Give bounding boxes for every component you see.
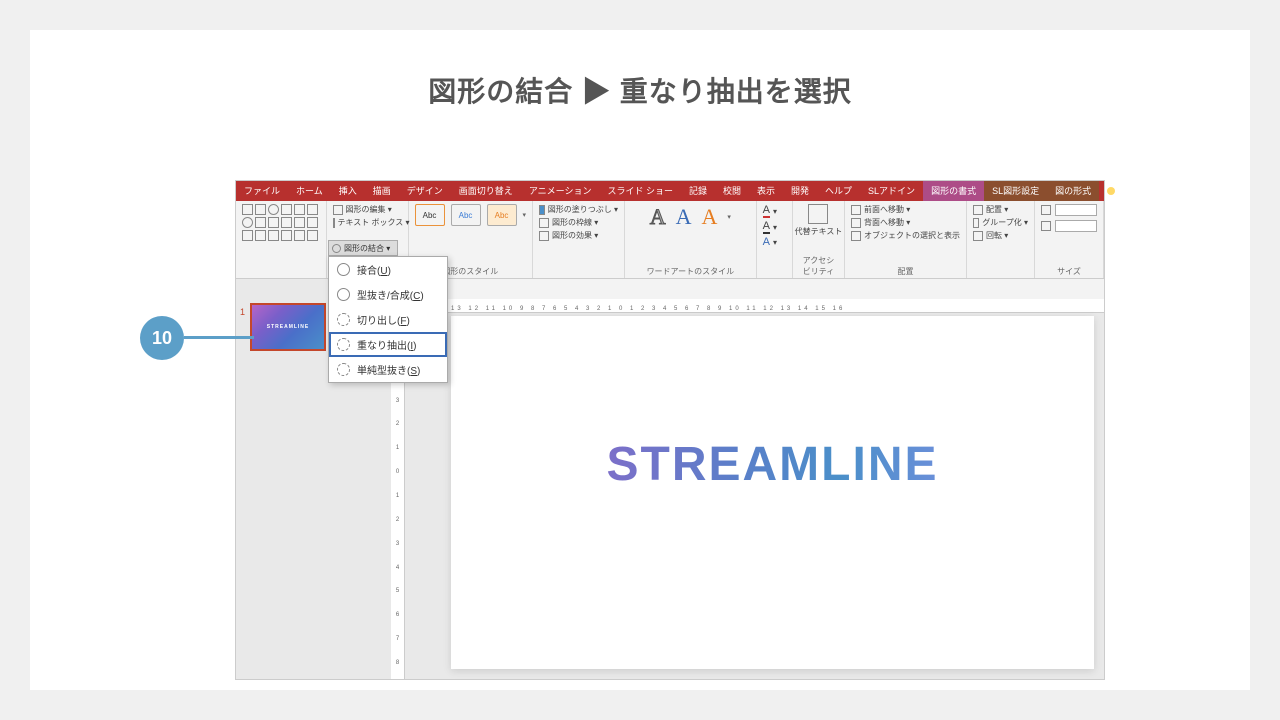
height-input[interactable] [1055, 204, 1097, 216]
wordart-more[interactable]: ▾ [727, 213, 731, 221]
slide-canvas[interactable]: STREAMLINE [451, 316, 1094, 669]
shape-fill-button[interactable]: 図形の塗りつぶし ▾ [539, 204, 618, 215]
shape-outline-button[interactable]: 図形の枠線 ▾ [539, 217, 618, 228]
merge-shapes-button[interactable]: 図形の結合 ▾ [328, 240, 398, 256]
badge-connector [184, 336, 254, 339]
step-badge: 10 [140, 316, 184, 360]
shape-gallery[interactable] [242, 204, 320, 242]
text-effects-icon[interactable]: A▾ [763, 236, 786, 248]
edit-shape-button[interactable]: 図形の編集 ▾ [333, 204, 402, 215]
width-input[interactable] [1055, 220, 1097, 232]
align-button[interactable]: 配置 ▾ [973, 204, 1028, 215]
selection-pane-button[interactable]: オブジェクトの選択と表示 [851, 230, 960, 241]
tab-sladdin[interactable]: SLアドイン [860, 181, 923, 201]
alt-text-icon[interactable] [808, 204, 828, 224]
group-button[interactable]: グループ化 ▾ [973, 217, 1028, 228]
fragment-icon [337, 313, 350, 326]
bring-forward-button[interactable]: 前面へ移動 ▾ [851, 204, 960, 215]
canvas-text[interactable]: STREAMLINE [607, 437, 939, 492]
tab-home[interactable]: ホーム [288, 181, 331, 201]
group-label-arrange: 配置 [851, 266, 960, 277]
thumb-text: STREAMLINE [267, 324, 310, 330]
shape-effects-button[interactable]: 図形の効果 ▾ [539, 230, 618, 241]
menu-intersect[interactable]: 重なり抽出(I) [329, 332, 447, 357]
tab-record[interactable]: 記録 [681, 181, 715, 201]
tab-shape-format[interactable]: 図形の書式 [923, 181, 984, 201]
ruler-horizontal: 16 15 14 13 12 11 10 9 8 7 6 5 4 3 2 1 0… [391, 299, 1104, 313]
width-icon [1041, 221, 1051, 231]
rotate-button[interactable]: 回転 ▾ [973, 230, 1028, 241]
style-preset-2[interactable]: Abc [451, 204, 481, 226]
intersect-icon [337, 338, 350, 351]
tab-animation[interactable]: アニメーション [521, 181, 600, 201]
tab-sl-shape[interactable]: SL図形設定 [984, 181, 1047, 201]
slide-thumb-1[interactable]: STREAMLINE [250, 303, 326, 351]
text-outline-icon[interactable]: A▾ [763, 220, 786, 234]
height-icon [1041, 205, 1051, 215]
menu-combine[interactable]: 型抜き/合成(C) [329, 282, 447, 307]
style-preset-3[interactable]: Abc [487, 204, 517, 226]
tab-dev[interactable]: 開発 [783, 181, 817, 201]
merge-icon [332, 244, 341, 253]
tab-draw[interactable]: 描画 [365, 181, 399, 201]
alt-text-button[interactable]: 代替テキスト [795, 226, 843, 237]
tab-file[interactable]: ファイル [236, 181, 288, 201]
subtract-icon [337, 363, 350, 376]
tab-transition[interactable]: 画面切り替え [451, 181, 521, 201]
style-more[interactable]: ▾ [523, 211, 527, 219]
tab-review[interactable]: 校閲 [715, 181, 749, 201]
tab-slideshow[interactable]: スライド ショー [599, 181, 681, 201]
tab-insert[interactable]: 挿入 [331, 181, 365, 201]
menu-fragment[interactable]: 切り出し(F) [329, 307, 447, 332]
wordart-preset-3[interactable]: A [702, 204, 718, 230]
wordart-preset-2[interactable]: A [676, 204, 692, 230]
wordart-preset-1[interactable]: A [650, 204, 666, 230]
ribbon-tabs: ファイル ホーム 挿入 描画 デザイン 画面切り替え アニメーション スライド … [236, 181, 1104, 201]
group-label-acc: アクセシビリティ [799, 255, 838, 277]
merge-shapes-menu: 接合(U) 型抜き/合成(C) 切り出し(F) 重なり抽出(I) 単純型抜き(S… [328, 256, 448, 383]
text-fill-icon[interactable]: A▾ [763, 204, 786, 218]
tab-tell-me[interactable]: 何をしますか [1099, 181, 1180, 201]
style-preset-1[interactable]: Abc [415, 204, 445, 226]
menu-union[interactable]: 接合(U) [329, 257, 447, 282]
tab-design[interactable]: デザイン [399, 181, 451, 201]
tab-pic-format[interactable]: 図の形式 [1047, 181, 1099, 201]
page-title: 図形の結合 ▶ 重なり抽出を選択 [30, 30, 1250, 110]
tab-help[interactable]: ヘルプ [817, 181, 860, 201]
thumb-index: 1 [240, 307, 245, 317]
group-label-size: サイズ [1041, 266, 1097, 277]
bulb-icon [1107, 187, 1115, 195]
combine-icon [337, 288, 350, 301]
tab-view[interactable]: 表示 [749, 181, 783, 201]
group-label-wordart: ワードアートのスタイル [631, 266, 750, 277]
union-icon [337, 263, 350, 276]
powerpoint-window: ファイル ホーム 挿入 描画 デザイン 画面切り替え アニメーション スライド … [235, 180, 1105, 680]
text-box-button[interactable]: テキスト ボックス ▾ [333, 217, 402, 228]
menu-subtract[interactable]: 単純型抜き(S) [329, 357, 447, 382]
send-backward-button[interactable]: 背面へ移動 ▾ [851, 217, 960, 228]
